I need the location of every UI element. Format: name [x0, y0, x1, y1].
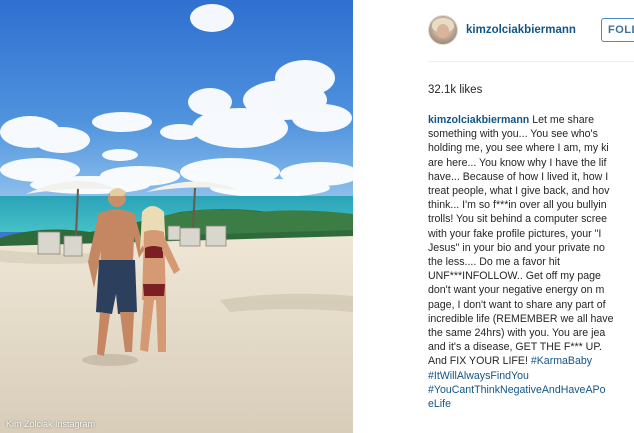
caption-text: think... I'm so f***in over all you bull… [428, 199, 607, 212]
caption-text: and it's a disease, GET THE F*** UP. [428, 341, 602, 354]
caption-text: have... Because of how I lived it, how I [428, 170, 609, 183]
avatar-face [437, 24, 449, 38]
caption-line-first: kimzolciakbiermann Let me share [428, 113, 634, 127]
post-username[interactable]: kimzolciakbiermann [466, 24, 576, 36]
hashtag-link[interactable]: #YouCantThinkNegativeAndHaveAPo [428, 383, 634, 397]
caption-text: Jesus" in your bio and your private no [428, 241, 605, 254]
hashtag-link[interactable]: eLife [428, 397, 634, 411]
caption-text: don't want your negative energy on m [428, 284, 605, 297]
caption-username[interactable]: kimzolciakbiermann [428, 114, 529, 126]
likes-count[interactable]: 32.1k likes [428, 84, 482, 96]
caption-text: Let me share [529, 114, 595, 126]
hashtag-link[interactable]: #ItWillAlwaysFindYou [428, 369, 634, 383]
caption-line-last: And FIX YOUR LIFE! #KarmaBaby [428, 354, 634, 368]
caption-text: something with you... You see who's [428, 128, 598, 141]
caption-text: And FIX YOUR LIFE! [428, 355, 531, 368]
caption-text: holding me, you see where I am, my ki [428, 142, 609, 155]
caption-text: are here... You know why I have the lif [428, 156, 607, 169]
post-photo[interactable]: Kim Zolciak Instagram [0, 0, 353, 433]
hashtag-link[interactable]: #KarmaBaby [531, 355, 592, 367]
photo-watermark: Kim Zolciak Instagram [6, 419, 96, 429]
post-caption: kimzolciakbiermann Let me share somethin… [428, 113, 634, 433]
header-divider [428, 61, 634, 62]
caption-text: page, I don't want to share any part of [428, 298, 606, 311]
avatar[interactable] [428, 15, 458, 45]
caption-text: with your fake profile pictures, your "I [428, 227, 602, 240]
caption-text: the less.... Do me a favor hit [428, 256, 560, 269]
caption-text: treat people, what I give back, and hov [428, 185, 610, 198]
caption-text: incredible life (REMEMBER we all have [428, 312, 614, 325]
caption-text: UNF***INFOLLOW.. Get off my page [428, 270, 601, 283]
beach-photo [0, 0, 353, 433]
panel-divider [353, 0, 354, 433]
caption-text: trolls! You sit behind a computer scree [428, 213, 608, 226]
follow-button[interactable]: FOLLOW [601, 18, 634, 42]
caption-text: the same 24hrs) with you. You are jea [428, 327, 606, 340]
